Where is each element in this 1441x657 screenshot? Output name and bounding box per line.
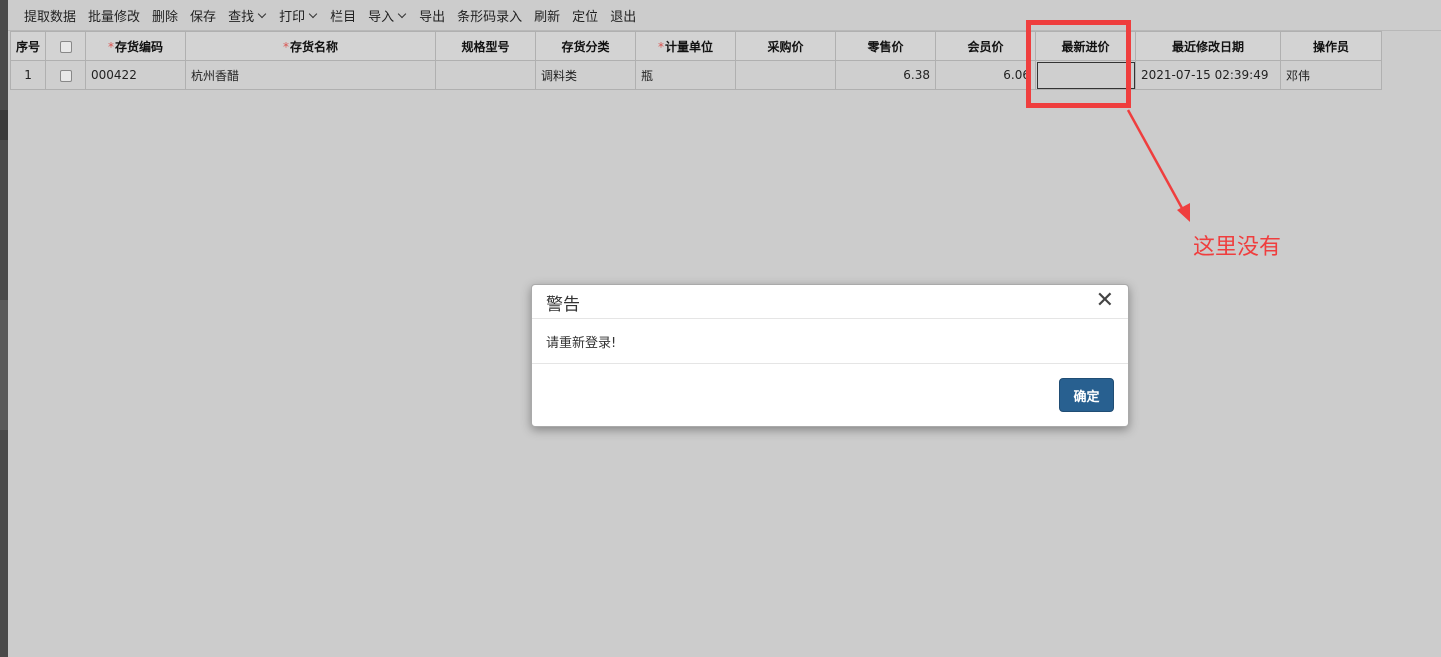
column-header[interactable]: 会员价: [935, 31, 1037, 61]
toolbar-button[interactable]: 删除: [152, 6, 178, 25]
annotation-text: 这里没有: [1193, 235, 1282, 260]
toolbar-button-label: 批量修改: [88, 10, 141, 25]
cell-unit[interactable]: 瓶: [635, 60, 737, 90]
close-icon[interactable]: ✕: [1096, 288, 1114, 314]
toolbar-button-label: 定位: [572, 10, 599, 25]
column-header-label: 最近修改日期: [1172, 39, 1245, 54]
toolbar-button[interactable]: 批量修改: [88, 6, 140, 25]
toolbar-button-label: 查找: [228, 10, 255, 25]
column-header-label: 计量单位: [665, 39, 714, 54]
cell-index[interactable]: 1: [9, 60, 47, 90]
left-edge-segment: [0, 300, 8, 430]
column-header[interactable]: 存货分类: [535, 31, 637, 61]
warning-dialog: 警告 ✕ 请重新登录! 确定: [531, 284, 1129, 427]
toolbar-button[interactable]: 打印: [279, 6, 318, 25]
toolbar-button[interactable]: 提取数据: [24, 6, 76, 25]
cell-name[interactable]: 杭州香醋: [185, 60, 437, 90]
column-header[interactable]: *存货名称: [185, 31, 437, 61]
toolbar-button-label: 退出: [610, 10, 637, 25]
column-header-label: 存货名称: [290, 39, 339, 54]
table-body: 1 000422 杭州香醋 调料类瓶 6.38 6.06 2021-07-15 02:39:…: [9, 60, 1383, 90]
required-marker: *: [658, 39, 664, 54]
toolbar-button-label: 删除: [152, 10, 179, 25]
row-select-cell[interactable]: [45, 60, 87, 90]
toolbar-button-label: 条形码录入: [457, 10, 523, 25]
toolbar-button-label: 刷新: [534, 10, 561, 25]
cell-code[interactable]: 000422: [85, 60, 187, 90]
cell-retail-price[interactable]: 6.38: [835, 60, 937, 90]
toolbar-button-label: 栏目: [330, 10, 357, 25]
toolbar-button[interactable]: 刷新: [534, 6, 560, 25]
cell-purchase-price[interactable]: [735, 60, 837, 90]
column-header-label: 采购价: [767, 39, 804, 54]
required-marker: *: [108, 39, 114, 54]
column-header-label: 序号: [16, 39, 41, 54]
cell-operator[interactable]: 邓伟: [1280, 60, 1383, 90]
dialog-footer: 确定: [532, 364, 1128, 428]
column-header[interactable]: *存货编码: [85, 31, 187, 61]
row-checkbox[interactable]: [59, 69, 72, 82]
column-header[interactable]: *计量单位: [635, 31, 737, 61]
dialog-title: 警告: [546, 295, 580, 315]
column-header[interactable]: [45, 31, 87, 61]
toolbar-items: 提取数据 批量修改 删除 保存 查找 打印 栏目 导入 导出 条形码录入 刷新 定位 退出: [24, 6, 636, 25]
chevron-down-icon: [257, 9, 267, 19]
column-header[interactable]: 采购价: [735, 31, 837, 61]
toolbar-button-label: 导出: [419, 10, 446, 25]
toolbar-button[interactable]: 栏目: [330, 6, 356, 25]
column-header-label: 操作员: [1313, 39, 1350, 54]
dialog-header: 警告 ✕: [532, 285, 1128, 319]
dialog-message: 请重新登录!: [546, 336, 617, 351]
toolbar-button-label: 提取数据: [24, 10, 77, 25]
cell-spec[interactable]: [435, 60, 537, 90]
column-header[interactable]: 操作员: [1280, 31, 1383, 61]
annotation-highlight-box: [1026, 20, 1131, 108]
left-edge-segment: [0, 110, 8, 140]
toolbar-button[interactable]: 条形码录入: [457, 6, 522, 25]
inventory-grid: 序号 *存货编码 *存货名称 规格型号 存货分类 *计量单位 采购价 零售价 会员价 最新进价 最近…: [9, 31, 1383, 90]
toolbar-button[interactable]: 定位: [572, 6, 598, 25]
ok-button[interactable]: 确定: [1059, 378, 1114, 412]
required-marker: *: [283, 39, 289, 54]
column-header[interactable]: 最近修改日期: [1135, 31, 1282, 61]
column-header[interactable]: 规格型号: [435, 31, 537, 61]
toolbar-button[interactable]: 查找: [228, 6, 267, 25]
column-header-label: 会员价: [967, 39, 1004, 54]
left-panel-edge: [0, 0, 8, 657]
toolbar-button-label: 导入: [368, 10, 395, 25]
toolbar-button-label: 打印: [279, 10, 306, 25]
cell-category[interactable]: 调料类: [535, 60, 637, 90]
column-header-label: 存货编码: [115, 39, 164, 54]
cell-modified-date[interactable]: 2021-07-15 02:39:49: [1135, 60, 1282, 90]
toolbar-button-label: 保存: [190, 10, 217, 25]
toolbar-button[interactable]: 导出: [419, 6, 445, 25]
column-header[interactable]: 序号: [9, 31, 47, 61]
column-header-label: 零售价: [867, 39, 904, 54]
table-header-row: 序号 *存货编码 *存货名称 规格型号 存货分类 *计量单位 采购价 零售价 会员价 最新进价 最近…: [9, 31, 1383, 61]
cell-member-price[interactable]: 6.06: [935, 60, 1037, 90]
toolbar-button[interactable]: 导入: [368, 6, 407, 25]
chevron-down-icon: [308, 9, 318, 19]
toolbar-button[interactable]: 保存: [190, 6, 216, 25]
chevron-down-icon: [397, 9, 407, 19]
select-all-checkbox[interactable]: [59, 40, 72, 53]
toolbar: 提取数据 批量修改 删除 保存 查找 打印 栏目 导入 导出 条形码录入 刷新 定位 退出: [8, 0, 1441, 31]
dialog-body: 请重新登录!: [532, 319, 1128, 364]
column-header-label: 存货分类: [561, 39, 610, 54]
toolbar-button[interactable]: 退出: [610, 6, 636, 25]
column-header-label: 规格型号: [461, 39, 510, 54]
table-row[interactable]: 1 000422 杭州香醋 调料类瓶 6.38 6.06 2021-07-15 02:39:…: [9, 60, 1383, 90]
column-header[interactable]: 零售价: [835, 31, 937, 61]
